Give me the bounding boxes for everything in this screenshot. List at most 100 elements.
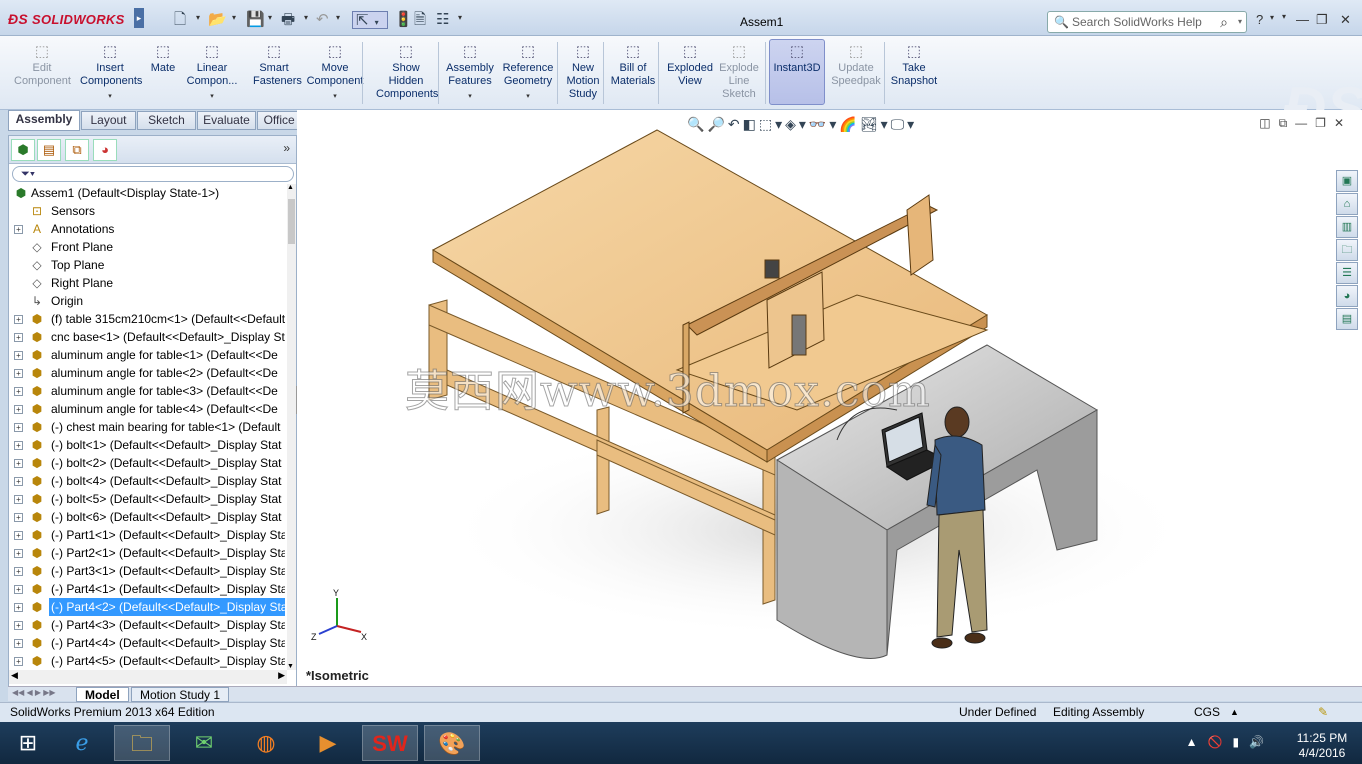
home-icon[interactable]: ⌂ <box>1336 193 1358 215</box>
expand-plus-icon[interactable]: + <box>14 459 23 468</box>
viewport-split-icon[interactable]: ◫ <box>1259 116 1278 130</box>
solidworks-logo[interactable]: ƉS SOLIDWORKS <box>8 11 125 27</box>
expand-plus-icon[interactable]: + <box>14 387 23 396</box>
appearances-icon[interactable]: ◕ <box>1336 285 1358 307</box>
tool-reference-geometry-button[interactable]: ⬚ Reference Geometry ▾ <box>500 40 556 103</box>
tab-evaluate[interactable]: Evaluate <box>197 111 256 130</box>
chevron-down-icon[interactable]: ▾ <box>306 90 364 103</box>
expand-plus-icon[interactable]: + <box>14 603 23 612</box>
expand-plus-icon[interactable]: + <box>14 369 23 378</box>
tree-horizontal-scrollbar[interactable]: ◀ ▶ <box>9 670 287 684</box>
expand-plus-icon[interactable]: + <box>14 477 23 486</box>
battery-icon[interactable]: ▮ <box>1232 735 1249 749</box>
open-folder-icon[interactable]: 📂 <box>208 11 227 29</box>
view-orientation-icon[interactable]: ⬚▾ <box>759 116 785 132</box>
configuration-manager-tab-icon[interactable]: ⧉ <box>65 139 89 161</box>
solidworks-taskbar-icon[interactable]: SW <box>362 725 418 761</box>
tool-mate-button[interactable]: ⬚ Mate <box>148 40 178 75</box>
tab-motion-study[interactable]: Motion Study 1 <box>131 687 230 702</box>
previous-view-icon[interactable]: ↶ <box>728 116 743 132</box>
scroll-up-icon[interactable]: ▲ <box>287 184 294 191</box>
chevron-down-icon[interactable]: ▾ <box>184 90 240 103</box>
expand-plus-icon[interactable]: + <box>14 405 23 414</box>
close-icon[interactable]: ✕ <box>1340 12 1351 28</box>
media-player-icon[interactable]: ▶ <box>300 725 356 761</box>
tool-take-snapshot-button[interactable]: ⬚ Take Snapshot <box>889 40 939 88</box>
tree-item[interactable]: + ⬢ (-) bolt<6> (Default<<Default>_Display… <box>9 508 285 526</box>
file-explorer-taskbar-icon[interactable]: 🗀 <box>114 725 170 761</box>
scroll-left-icon[interactable]: ◀ <box>11 670 18 681</box>
solidworks-resources-icon[interactable]: ▣ <box>1336 170 1358 192</box>
zoom-to-area-icon[interactable]: 🔎 <box>707 116 727 132</box>
tree-item[interactable]: + ⬢ (-) bolt<1> (Default<<Default>_Display… <box>9 436 285 454</box>
save-icon[interactable]: 💾 <box>246 11 265 29</box>
view-settings-icon[interactable]: 🖵▾ <box>891 116 918 132</box>
design-library-icon[interactable]: ▥ <box>1336 216 1358 238</box>
tool-insert-components-button[interactable]: ⬚ Insert Components ▾ <box>80 40 142 103</box>
hide-show-items-icon[interactable]: 👓▾ <box>809 116 839 132</box>
first-tab-icon[interactable]: ◀◀ ◀ ▶ ▶▶ <box>12 688 56 697</box>
new-document-icon[interactable]: 🗋 <box>174 11 186 29</box>
expand-plus-icon[interactable]: + <box>14 639 23 648</box>
internet-explorer-icon[interactable]: ℯ <box>54 725 110 761</box>
expand-plus-icon[interactable]: + <box>14 441 23 450</box>
tree-item[interactable]: ⊡ Sensors <box>9 202 285 220</box>
tool-edit-component-button[interactable]: ⬚ Edit Component <box>14 40 71 88</box>
tree-item[interactable]: + ⬢ aluminum angle for table<3> (Default<<… <box>9 382 285 400</box>
tree-item[interactable]: + ⬢ (-) Part4<4> (Default<<Default>_Displa… <box>9 634 285 652</box>
file-properties-icon[interactable]: 🗎 <box>414 11 426 29</box>
viewport-close-icon[interactable]: ✕ <box>1334 116 1352 130</box>
scroll-right-icon[interactable]: ▶ <box>278 670 285 681</box>
display-manager-tab-icon[interactable]: ◕ <box>93 139 117 161</box>
chevron-down-icon[interactable]: ▾ <box>500 90 556 103</box>
graphics-area[interactable]: 莫西网www.3dmox.com 🔍🔎↶◧⬚▾◈▾👓▾🌈🏞▾🖵▾ ◫⧉—❐✕ ▣… <box>297 110 1362 686</box>
tree-item[interactable]: + ⬢ (-) Part1<1> (Default<<Default>_Displa… <box>9 526 285 544</box>
search-help-field[interactable]: 🔍 Search SolidWorks Help ⌕ ▾ <box>1047 11 1247 33</box>
firefox-icon[interactable]: ◍ <box>238 725 294 761</box>
open-dropdown-icon[interactable]: ▾ <box>232 13 236 22</box>
tree-filter[interactable]: ⏷▾ <box>12 166 294 182</box>
print-icon[interactable]: 🖶 <box>281 11 295 29</box>
tree-item[interactable]: + ⬢ (-) Part4<3> (Default<<Default>_Displa… <box>9 616 285 634</box>
help-icon[interactable]: ? <box>1256 12 1263 27</box>
network-icon[interactable]: 🚫 <box>1207 735 1232 749</box>
scroll-down-icon[interactable]: ▼ <box>287 663 294 670</box>
tree-item[interactable]: ◇ Front Plane <box>9 238 285 256</box>
tree-item[interactable]: + ⬢ (-) chest main bearing for table<1> (D… <box>9 418 285 436</box>
chevron-down-icon[interactable]: ▾ <box>80 90 140 103</box>
tab-layout[interactable]: Layout <box>81 111 136 130</box>
save-dropdown-icon[interactable]: ▾ <box>268 13 272 22</box>
tool-move-component-button[interactable]: ⬚ Move Component ▾ <box>306 40 364 103</box>
tree-item[interactable]: + ⬢ (-) bolt<4> (Default<<Default>_Display… <box>9 472 285 490</box>
tool-explode-line-button[interactable]: ⬚ Explode Line Sketch <box>718 40 760 101</box>
tab-sketch[interactable]: Sketch <box>137 111 196 130</box>
volume-icon[interactable]: 🔊 <box>1249 735 1274 749</box>
viewport-minimize-icon[interactable]: — <box>1295 116 1315 130</box>
zoom-to-fit-icon[interactable]: 🔍 <box>687 116 707 132</box>
viewport-restore-icon[interactable]: ❐ <box>1315 116 1334 130</box>
print-dropdown-icon[interactable]: ▾ <box>304 13 308 22</box>
tool-update-speedpak-button[interactable]: ⬚ Update Speedpak <box>830 40 882 88</box>
tree-item[interactable]: + ⬢ (f) table 315cm210cm<1> (Default<<Defa… <box>9 310 285 328</box>
tree-item[interactable]: + A Annotations <box>9 220 285 238</box>
undo-icon[interactable]: ↶ <box>316 11 329 29</box>
expand-plus-icon[interactable]: + <box>14 531 23 540</box>
new-dropdown-icon[interactable]: ▾ <box>196 13 200 22</box>
property-manager-tab-icon[interactable]: ▤ <box>37 139 61 161</box>
tool-instant3d-button[interactable]: ⬚ Instant3D <box>769 39 825 105</box>
rebuild-traffic-light-icon[interactable]: 🚦 <box>394 11 413 29</box>
tree-item[interactable]: ↳ Origin <box>9 292 285 310</box>
tree-item[interactable]: + ⬢ (-) Part3<1> (Default<<Default>_Displa… <box>9 562 285 580</box>
expand-plus-icon[interactable]: + <box>14 225 23 234</box>
file-explorer-icon[interactable]: 🗀 <box>1336 239 1358 261</box>
tool-assembly-features-button[interactable]: ⬚ Assembly Features ▾ <box>444 40 496 103</box>
expand-plus-icon[interactable]: + <box>14 549 23 558</box>
tree-vertical-scrollbar[interactable]: ▲ ▼ <box>287 184 296 670</box>
tool-bill-of-materials-button[interactable]: ⬚ Bill of Materials <box>608 40 658 88</box>
expand-plus-icon[interactable]: + <box>14 315 23 324</box>
chevron-down-icon[interactable]: ▾ <box>444 90 496 103</box>
windows-start-icon[interactable]: ⊞ <box>0 725 56 761</box>
expand-plus-icon[interactable]: + <box>14 657 23 666</box>
tree-item[interactable]: + ⬢ aluminum angle for table<1> (Default<<… <box>9 346 285 364</box>
select-pointer-icon[interactable]: ⇱ ▾ <box>352 11 388 29</box>
